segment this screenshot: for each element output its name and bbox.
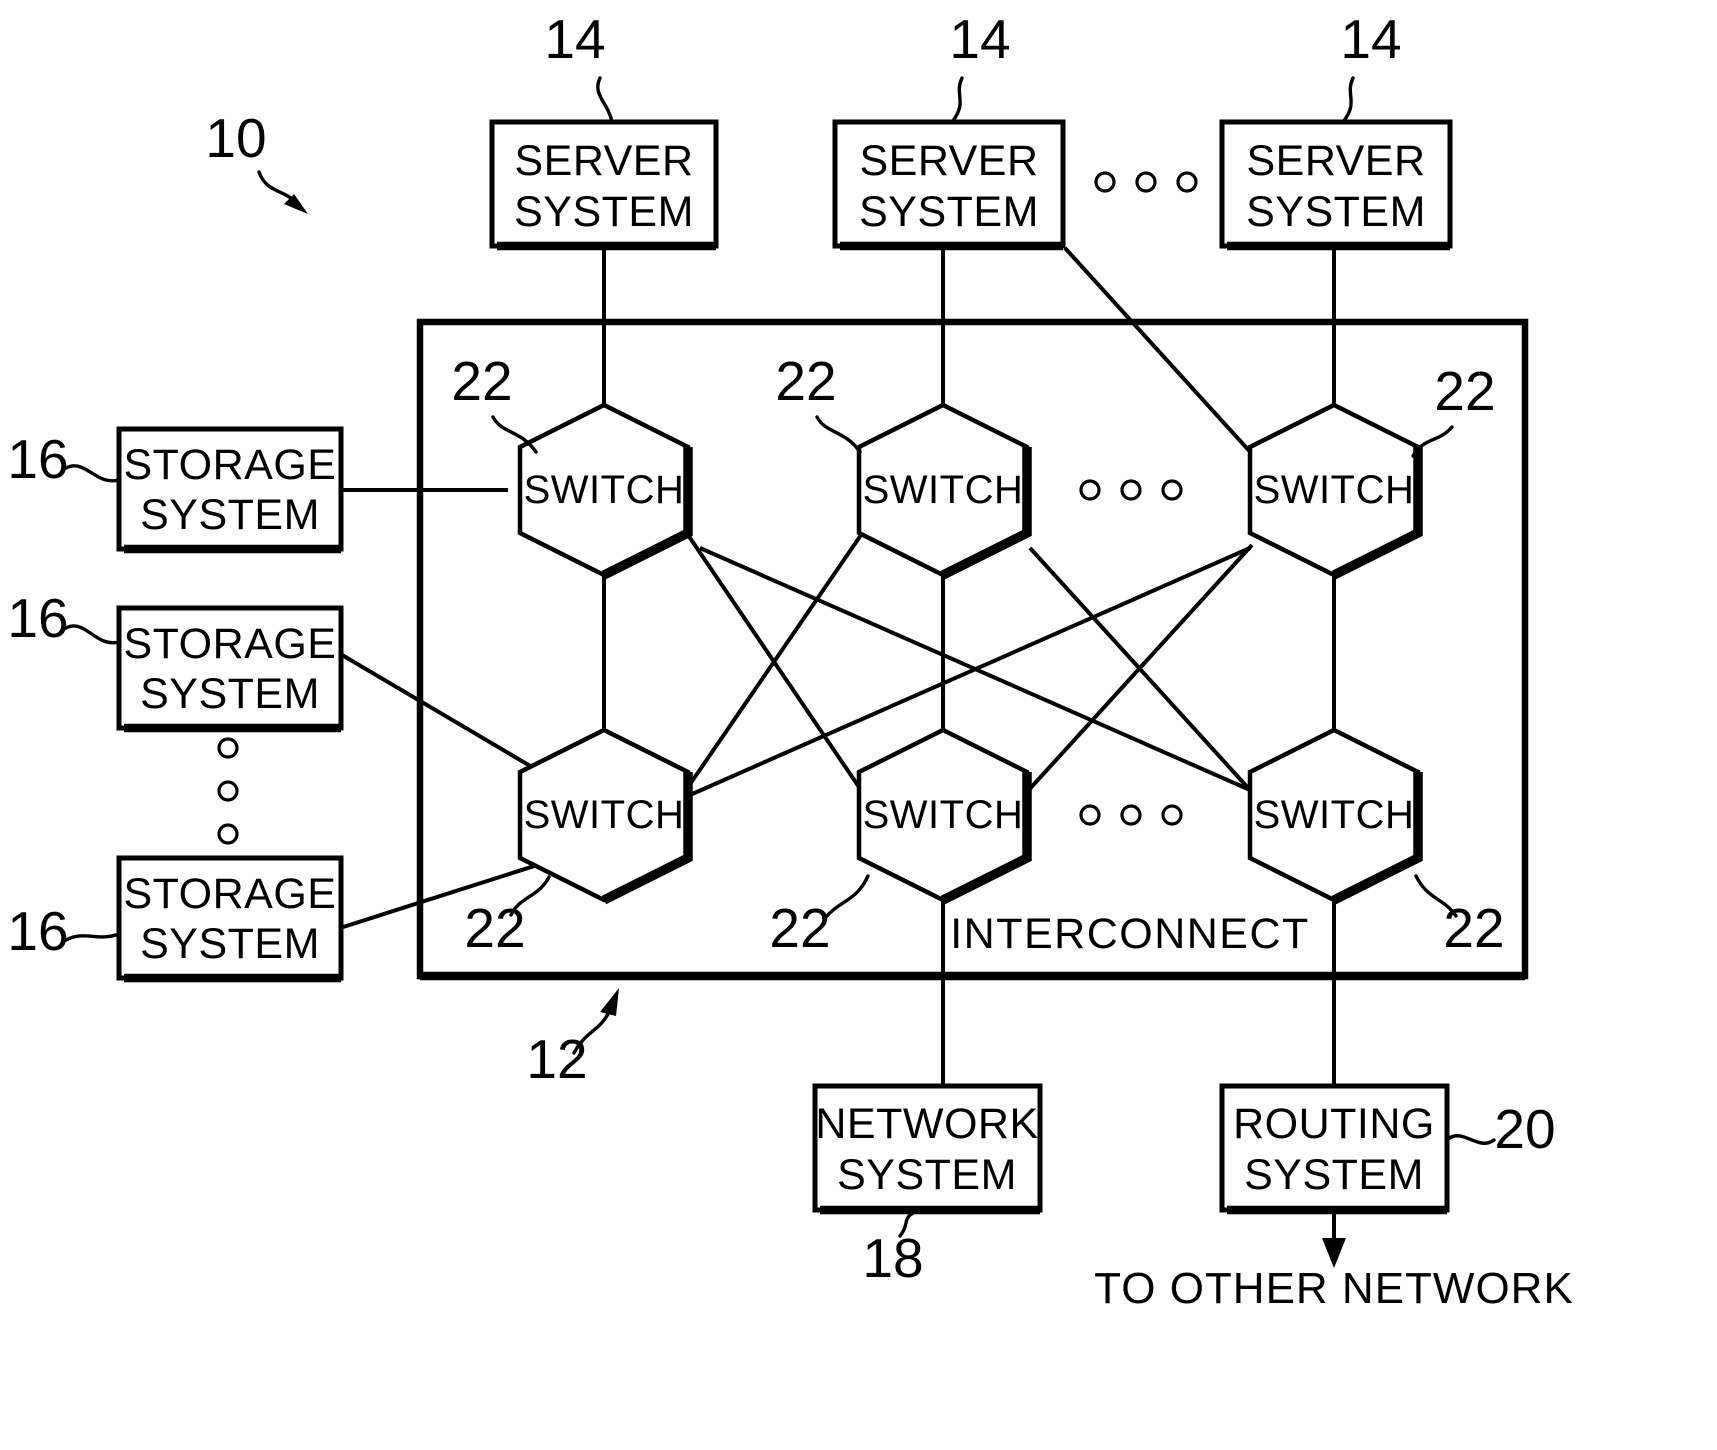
- routing-system-line2: SYSTEM: [1244, 1151, 1424, 1199]
- ref-16-label-2: 16: [7, 587, 68, 649]
- ref-14-label-3: 14: [1340, 8, 1401, 70]
- network-system-box: NETWORK SYSTEM: [812, 1083, 1043, 1215]
- storage-system-3-line2: SYSTEM: [140, 920, 320, 968]
- routing-system-box: ROUTING SYSTEM: [1219, 1083, 1450, 1215]
- ref-20-label: 20: [1494, 1098, 1555, 1160]
- ref-14-leader-3: [1341, 76, 1355, 124]
- ref-22-label-tr: 22: [1434, 360, 1495, 422]
- ref-14-leader-2: [950, 76, 964, 124]
- ref-18-label: 18: [862, 1227, 923, 1289]
- network-system-line1: NETWORK: [815, 1100, 1038, 1148]
- ref-14-label-1: 14: [544, 8, 605, 70]
- server-system-3-line1: SERVER: [1246, 137, 1425, 185]
- switch-bottom-right-label: SWITCH: [1254, 793, 1415, 837]
- network-system-line2: SYSTEM: [837, 1151, 1017, 1199]
- storage-system-1-line2: SYSTEM: [140, 491, 320, 539]
- server-system-2-line1: SERVER: [859, 137, 1038, 185]
- server-system-2-line2: SYSTEM: [859, 188, 1039, 236]
- switch-bottom-middle-label: SWITCH: [863, 793, 1024, 837]
- ref-16-label-3: 16: [7, 900, 68, 962]
- storage-system-2-line2: SYSTEM: [140, 670, 320, 718]
- ref-20-leader: [1445, 1134, 1496, 1145]
- to-other-network-label: TO OTHER NETWORK: [1094, 1264, 1574, 1313]
- storage-system-2-line1: STORAGE: [124, 620, 337, 668]
- ref-22-label-bm: 22: [769, 897, 830, 959]
- ref-10-label: 10: [205, 107, 266, 169]
- ref-12-leader: [572, 988, 619, 1055]
- switch-top-middle-label: SWITCH: [863, 468, 1024, 512]
- storage-system-1: STORAGE SYSTEM: [116, 426, 344, 554]
- ref-10-leader: [257, 170, 308, 214]
- ref-14-leader-1: [596, 76, 614, 124]
- ref-16-label-1: 16: [7, 428, 68, 490]
- server-system-1-line1: SERVER: [514, 137, 693, 185]
- diagram-canvas: SERVER SYSTEM SERVER SYSTEM SERVER SYSTE…: [7, 8, 1574, 1313]
- ref-22-label-br: 22: [1443, 897, 1504, 959]
- server-system-3: SERVER SYSTEM: [1219, 119, 1453, 251]
- switch-top-left-label: SWITCH: [524, 468, 685, 512]
- server-ellipsis: [1094, 171, 1198, 193]
- interconnect-label: INTERCONNECT: [950, 910, 1310, 958]
- ref-16-leader-3: [64, 932, 121, 942]
- switch-top-right-label: SWITCH: [1254, 468, 1415, 512]
- ref-16-leader-1: [64, 464, 121, 483]
- storage-system-2: STORAGE SYSTEM: [116, 605, 344, 733]
- to-other-network-arrow: [1322, 1210, 1346, 1268]
- storage-system-3: STORAGE SYSTEM: [116, 855, 344, 983]
- ref-22-label-tl: 22: [451, 350, 512, 412]
- server-system-1-line2: SYSTEM: [514, 188, 694, 236]
- ref-12-label: 12: [526, 1028, 587, 1090]
- server-system-3-line2: SYSTEM: [1246, 188, 1426, 236]
- storage-ellipsis: [217, 737, 239, 845]
- ref-16-leader-2: [64, 624, 121, 645]
- routing-system-line1: ROUTING: [1233, 1100, 1435, 1148]
- patent-figure: SERVER SYSTEM SERVER SYSTEM SERVER SYSTE…: [0, 0, 1717, 1450]
- ref-14-label-2: 14: [949, 8, 1010, 70]
- switch-bottom-left-label: SWITCH: [524, 793, 685, 837]
- server-system-1: SERVER SYSTEM: [489, 119, 719, 251]
- storage-system-3-line1: STORAGE: [124, 870, 337, 918]
- storage-system-1-line1: STORAGE: [124, 441, 337, 489]
- ref-22-label-tm: 22: [775, 350, 836, 412]
- server-system-2: SERVER SYSTEM: [832, 119, 1066, 251]
